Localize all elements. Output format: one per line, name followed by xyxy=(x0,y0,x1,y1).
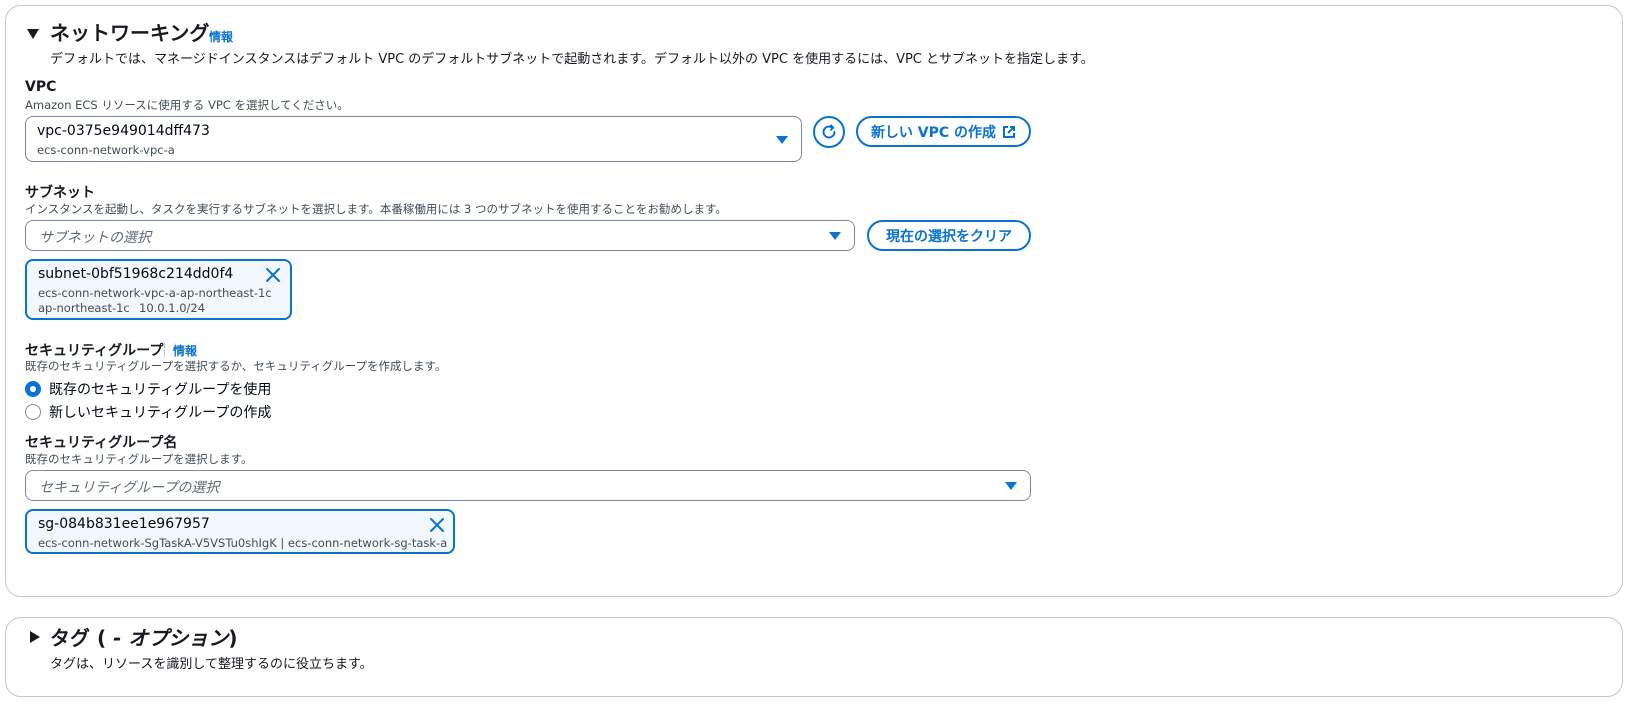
subnet-placeholder: サブネットの選択 xyxy=(39,230,151,246)
collapse-toggle[interactable] xyxy=(27,29,39,39)
info-link[interactable]: 情報 xyxy=(209,28,233,45)
subnet-token-name: ecs-conn-network-vpc-a-ap-northeast-1c xyxy=(38,286,272,300)
label-divider xyxy=(164,343,165,357)
radio-new-sg[interactable]: 新しいセキュリティグループの作成 xyxy=(25,402,271,422)
security-group-select[interactable]: セキュリティグループの選択 xyxy=(25,470,1031,501)
vpc-description: Amazon ECS リソースに使用する VPC を選択してください。 xyxy=(25,98,349,112)
close-icon[interactable] xyxy=(265,267,281,283)
caret-down-icon xyxy=(1005,482,1017,490)
tags-title-suffix: ) xyxy=(228,626,238,650)
security-group-placeholder: セキュリティグループの選択 xyxy=(39,480,220,496)
security-group-token: sg-084b831ee1e967957 ecs-conn-network-Sg… xyxy=(25,509,455,554)
networking-panel: ネットワーキング 情報 デフォルトでは、マネージドインスタンスはデフォルト VP… xyxy=(5,5,1623,597)
tags-title: タグ ( - オプション) xyxy=(50,626,237,650)
subnet-select[interactable]: サブネットの選択 xyxy=(25,220,855,251)
radio-existing-label: 既存のセキュリティグループを使用 xyxy=(49,382,272,398)
clear-selection-button[interactable]: 現在の選択をクリア xyxy=(867,220,1031,251)
section-description: デフォルトでは、マネージドインスタンスはデフォルト VPC のデフォルトサブネッ… xyxy=(50,52,1094,67)
sg-token-detail: ecs-conn-network-SgTaskA-V5VSTu0shIgK | … xyxy=(38,536,448,550)
security-group-info-link[interactable]: 情報 xyxy=(173,342,197,359)
security-group-label: セキュリティグループ xyxy=(25,343,164,359)
vpc-refresh-button[interactable] xyxy=(813,116,845,148)
subnet-description: インスタンスを起動し、タスクを実行するサブネットを選択します。本番稼働用には 3… xyxy=(25,202,727,216)
radio-unselected-icon xyxy=(25,404,41,420)
radio-existing-sg[interactable]: 既存のセキュリティグループを使用 xyxy=(25,379,271,399)
create-vpc-label: 新しい VPC の作成 xyxy=(870,124,997,141)
subnet-token-az: ap-northeast-1c xyxy=(38,301,130,315)
security-group-name-label: セキュリティグループ名 xyxy=(25,435,178,451)
create-vpc-button[interactable]: 新しい VPC の作成 xyxy=(856,116,1031,147)
radio-selected-icon xyxy=(25,381,41,397)
tags-panel: タグ ( - オプション) タグは、リソースを識別して整理するのに役立ちます。 xyxy=(5,617,1623,697)
tags-title-prefix: タグ ( xyxy=(50,626,107,650)
caret-down-icon xyxy=(27,29,39,39)
tags-description: タグは、リソースを識別して整理するのに役立ちます。 xyxy=(50,657,373,672)
vpc-select[interactable]: vpc-0375e949014dff473 ecs-conn-network-v… xyxy=(25,116,802,162)
subnet-token-id: subnet-0bf51968c214dd0f4 xyxy=(38,266,234,282)
subnet-token: subnet-0bf51968c214dd0f4 ecs-conn-networ… xyxy=(25,259,292,320)
security-group-description: 既存のセキュリティグループを選択するか、セキュリティグループを作成します。 xyxy=(25,359,447,373)
section-title: ネットワーキング xyxy=(50,21,210,45)
radio-new-label: 新しいセキュリティグループの作成 xyxy=(49,405,272,421)
security-group-name-description: 既存のセキュリティグループを選択します。 xyxy=(25,452,253,466)
caret-right-icon xyxy=(30,631,40,643)
sg-token-id: sg-084b831ee1e967957 xyxy=(38,516,210,532)
subnet-label: サブネット xyxy=(25,185,95,201)
close-icon[interactable] xyxy=(429,517,445,533)
vpc-selected-id: vpc-0375e949014dff473 xyxy=(37,123,210,139)
subnet-token-cidr: 10.0.1.0/24 xyxy=(139,301,206,315)
refresh-icon xyxy=(822,124,836,139)
external-link-icon xyxy=(1003,125,1016,138)
expand-toggle[interactable] xyxy=(30,631,40,643)
caret-down-icon xyxy=(776,136,788,144)
tags-title-italic: - オプション xyxy=(106,626,229,650)
vpc-label: VPC xyxy=(25,79,57,95)
caret-down-icon xyxy=(829,232,841,240)
vpc-selected-name: ecs-conn-network-vpc-a xyxy=(37,143,175,157)
